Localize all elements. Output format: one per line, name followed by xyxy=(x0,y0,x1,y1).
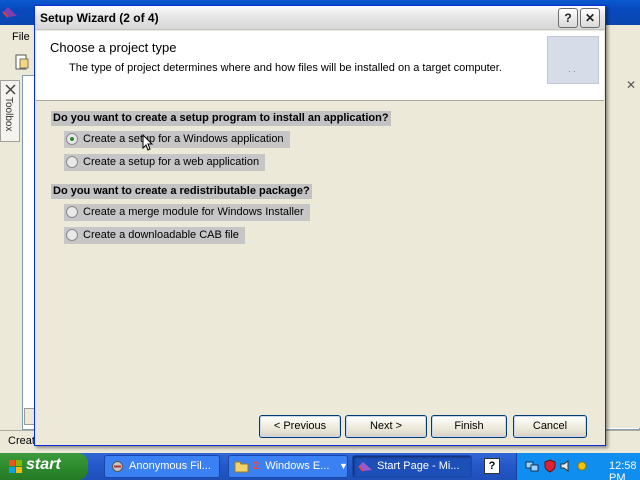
status-text: Creat xyxy=(8,435,35,447)
header-graphic: · · xyxy=(547,36,599,84)
dialog-titlebar[interactable]: Setup Wizard (2 of 4) ? ✕ xyxy=(35,6,605,30)
radio-web-setup[interactable] xyxy=(66,156,78,168)
start-label: start xyxy=(26,456,61,473)
right-panel xyxy=(604,48,640,428)
option-web-setup[interactable]: Create a setup for a web application xyxy=(64,154,266,171)
group-count: 2 xyxy=(253,460,260,472)
program-icon xyxy=(112,461,123,472)
toolbox-tab[interactable]: Toolbox xyxy=(0,80,20,142)
option-label: Create a merge module for Windows Instal… xyxy=(83,206,304,218)
start-button[interactable]: start xyxy=(0,453,88,480)
taskbar-item-windows-explorer[interactable]: 2 Windows E... ▼ xyxy=(228,455,348,478)
toolbox-icon xyxy=(5,84,16,95)
next-button[interactable]: Next > xyxy=(345,415,427,438)
panel-close-icon[interactable]: ✕ xyxy=(626,78,636,92)
vs-app-icon xyxy=(358,462,372,472)
header-graphic-mark: · · xyxy=(568,67,576,76)
close-icon: ✕ xyxy=(584,11,596,25)
option-windows-setup[interactable]: Create a setup for a Windows application xyxy=(64,131,290,148)
question-setup-program: Do you want to create a setup program to… xyxy=(51,111,391,126)
previous-button[interactable]: < Previous xyxy=(259,415,341,438)
system-tray: 12:58 PM xyxy=(516,453,640,480)
help-icon[interactable]: ? xyxy=(484,458,500,474)
finish-button[interactable]: Finish xyxy=(431,415,507,438)
vs-app-icon xyxy=(2,7,17,18)
taskbar-item-start-page[interactable]: Start Page - Mi... xyxy=(352,455,472,478)
mouse-cursor-icon xyxy=(142,134,154,151)
taskbar-item-label: Anonymous Fil... xyxy=(129,460,211,472)
radio-cab-file[interactable] xyxy=(66,229,78,241)
option-merge-module[interactable]: Create a merge module for Windows Instal… xyxy=(64,204,310,221)
close-button[interactable]: ✕ xyxy=(580,8,600,28)
toolbar-doc-icon[interactable] xyxy=(14,54,30,70)
setup-wizard-dialog: Setup Wizard (2 of 4) ? ✕ Choose a proje… xyxy=(34,5,606,446)
radio-windows-setup[interactable] xyxy=(66,133,78,145)
taskbar: start Anonymous Fil... 2 Windows E... ▼ … xyxy=(0,453,640,480)
windows-logo-icon xyxy=(9,460,22,473)
help-icon: ? xyxy=(564,11,572,25)
help-button[interactable]: ? xyxy=(558,8,578,28)
taskbar-item-label: Windows E... xyxy=(265,460,330,472)
group-dropdown-icon: ▼ xyxy=(339,461,348,471)
network-icon[interactable] xyxy=(525,459,539,473)
sun-icon[interactable] xyxy=(575,459,589,473)
option-label: Create a setup for a web application xyxy=(83,156,260,168)
dialog-title: Setup Wizard (2 of 4) xyxy=(40,11,159,25)
folder-icon xyxy=(234,461,249,473)
taskbar-item-label: Start Page - Mi... xyxy=(377,460,460,472)
menu-file[interactable]: File xyxy=(12,31,30,43)
page-description: The type of project determines where and… xyxy=(69,62,502,74)
volume-icon[interactable] xyxy=(559,459,573,473)
option-label: Create a setup for a Windows application xyxy=(83,133,284,145)
clock: 12:58 PM xyxy=(609,460,637,480)
taskbar-item-anonymous[interactable]: Anonymous Fil... xyxy=(104,455,220,478)
option-label: Create a downloadable CAB file xyxy=(83,229,239,241)
option-cab-file[interactable]: Create a downloadable CAB file xyxy=(64,227,245,244)
security-icon[interactable] xyxy=(543,459,557,473)
question-redistributable: Do you want to create a redistributable … xyxy=(51,184,312,199)
cancel-button[interactable]: Cancel xyxy=(513,415,587,438)
wizard-header: Choose a project type The type of projec… xyxy=(36,31,604,101)
toolbox-label: Toolbox xyxy=(3,97,14,132)
radio-merge-module[interactable] xyxy=(66,206,78,218)
page-title: Choose a project type xyxy=(50,40,177,55)
